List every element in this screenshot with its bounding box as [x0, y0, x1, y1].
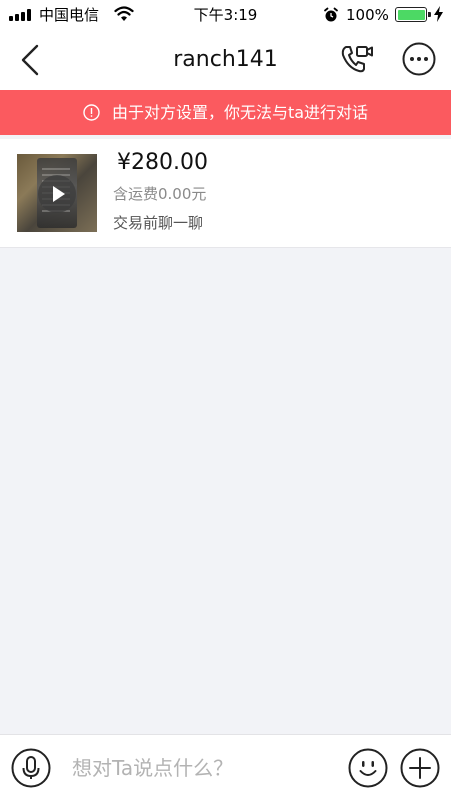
- charging-icon: [434, 6, 443, 22]
- plus-icon[interactable]: [400, 748, 440, 788]
- info-icon: [83, 104, 100, 121]
- play-icon[interactable]: [37, 174, 77, 214]
- emoji-icon[interactable]: [348, 748, 388, 788]
- more-icon[interactable]: [402, 42, 436, 76]
- battery-icon: [395, 7, 431, 22]
- input-bar: [0, 734, 451, 800]
- page-title: ranch141: [173, 47, 278, 72]
- battery-percent: 100%: [346, 6, 389, 24]
- warning-banner: 由于对方设置，你无法与ta进行对话: [0, 90, 451, 135]
- status-bar: 中国电信 下午3:19 100%: [0, 0, 451, 30]
- video-call-icon[interactable]: [338, 42, 374, 78]
- microphone-icon[interactable]: [11, 748, 51, 788]
- product-thumbnail[interactable]: [17, 154, 97, 232]
- shipping-fee: 含运费0.00元: [113, 185, 207, 203]
- nav-bar: ranch141: [0, 30, 451, 90]
- product-card[interactable]: [0, 139, 451, 248]
- product-price: ¥280.00: [117, 150, 208, 175]
- alarm-icon: [324, 7, 338, 22]
- banner-text: 由于对方设置，你无法与ta进行对话: [111, 103, 369, 122]
- message-input[interactable]: [62, 747, 337, 789]
- chat-hint: 交易前聊一聊: [113, 214, 204, 232]
